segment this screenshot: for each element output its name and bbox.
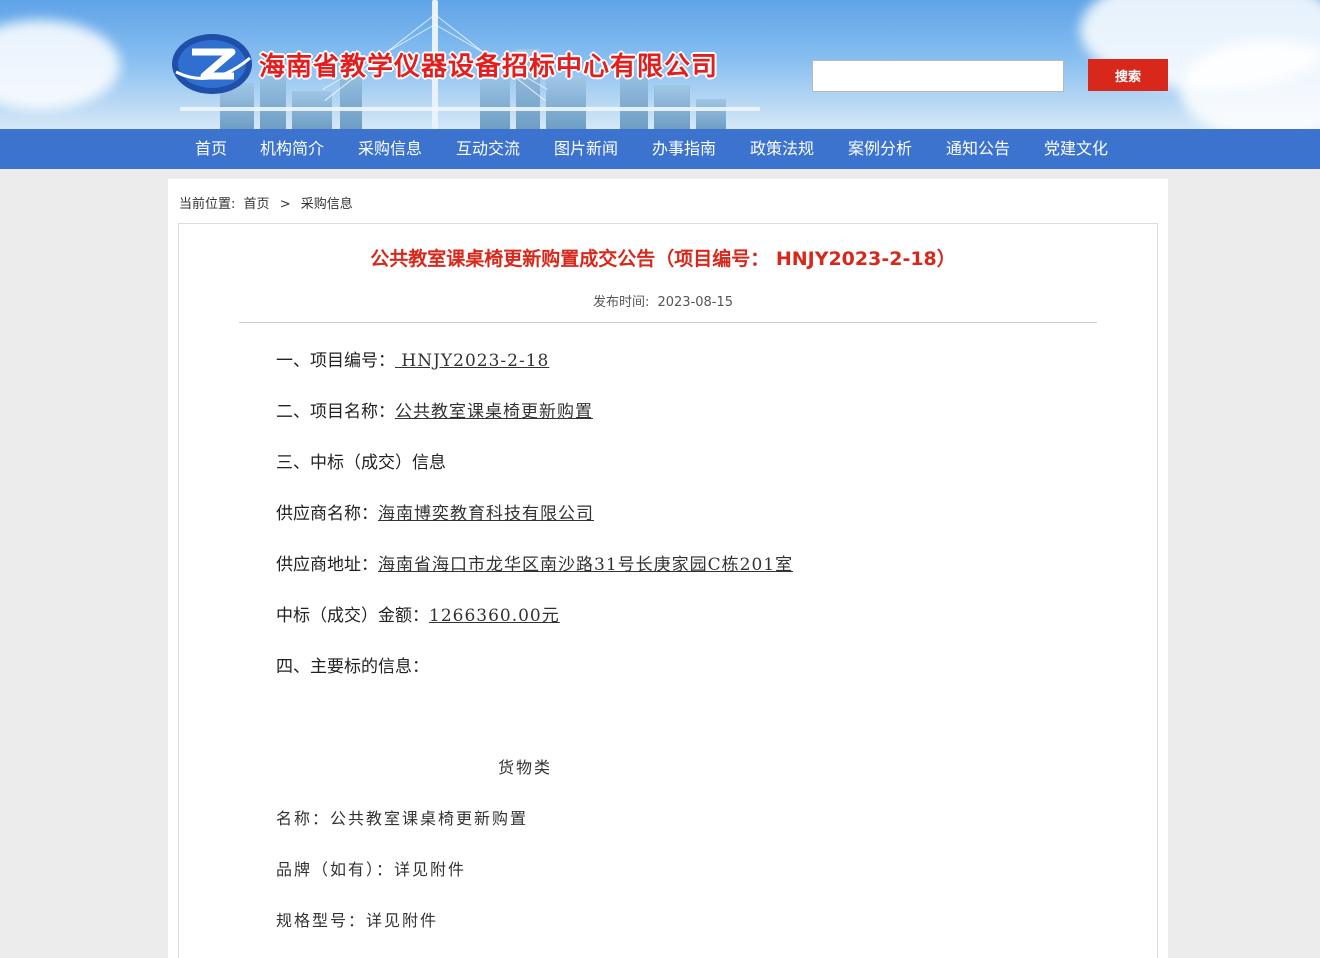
award-amount-value: 1266360.00元 [429,606,560,626]
breadcrumb: 当前位置: 首页 > 采购信息 [179,193,353,212]
project-name-line: 二、项目名称：公共教室课桌椅更新购置 [276,397,593,422]
project-number-value: HNJY2023-2-18 [395,351,550,371]
supplier-address-value: 海南省海口市龙华区南沙路31号长庚家园C栋201室 [378,555,794,575]
goods-brand: 品牌（如有）：详见附件 [276,860,467,879]
main-nav: 首页 机构简介 采购信息 互动交流 图片新闻 办事指南 政策法规 案例分析 通知… [0,129,1320,169]
site-header: 海南省教学仪器设备招标中心有限公司 搜索 [0,0,1320,129]
publish-label: 发布时间: [592,295,650,310]
publish-date-value: 2023-08-15 [657,295,734,310]
project-name-value: 公共教室课桌椅更新购置 [395,402,593,422]
site-name: 海南省教学仪器设备招标中心有限公司 [259,52,719,82]
goods-name: 名称：公共教室课桌椅更新购置 [276,809,529,828]
title-divider [239,322,1097,323]
search-input[interactable] [812,60,1064,92]
project-number-line: 一、项目编号： HNJY2023-2-18 [276,346,549,371]
nav-item-party[interactable]: 党建文化 [1044,129,1108,169]
nav-item-interaction[interactable]: 互动交流 [456,129,520,169]
article: 公共教室课桌椅更新购置成交公告（项目编号： HNJY2023-2-18） 发布时… [178,223,1158,958]
nav-item-guide[interactable]: 办事指南 [652,129,716,169]
nav-item-policy[interactable]: 政策法规 [750,129,814,169]
supplier-address-label: 供应商地址： [276,555,378,575]
supplier-name-label: 供应商名称： [276,504,378,524]
breadcrumb-current[interactable]: 采购信息 [301,197,353,212]
cloud-decoration [0,20,120,110]
search-button[interactable]: 搜索 [1088,59,1168,91]
breadcrumb-prefix: 当前位置: [179,197,236,212]
goods-heading: 货物类 [498,758,553,777]
supplier-address-line: 供应商地址：海南省海口市龙华区南沙路31号长庚家园C栋201室 [276,550,793,575]
company-logo-icon [172,34,252,94]
nav-item-about[interactable]: 机构简介 [260,129,324,169]
nav-item-notices[interactable]: 通知公告 [946,129,1010,169]
project-number-label: 一、项目编号： [276,351,395,371]
nav-item-photo-news[interactable]: 图片新闻 [554,129,618,169]
nav-item-home[interactable]: 首页 [195,129,227,169]
content-panel: 当前位置: 首页 > 采购信息 公共教室课桌椅更新购置成交公告（项目编号： HN… [168,179,1168,958]
breadcrumb-separator: > [279,197,291,212]
section-award-info: 三、中标（成交）信息 [276,453,446,473]
award-amount-label: 中标（成交）金额： [276,606,429,626]
nav-item-procurement[interactable]: 采购信息 [358,129,422,169]
breadcrumb-home-link[interactable]: 首页 [244,197,270,212]
article-title: 公共教室课桌椅更新购置成交公告（项目编号： HNJY2023-2-18） [370,248,956,270]
publish-date: 发布时间: 2023-08-15 [179,291,1147,310]
award-amount-line: 中标（成交）金额：1266360.00元 [276,601,560,626]
nav-item-cases[interactable]: 案例分析 [848,129,912,169]
supplier-name-line: 供应商名称：海南博奕教育科技有限公司 [276,499,594,524]
supplier-name-value: 海南博奕教育科技有限公司 [378,504,594,524]
goods-spec: 规格型号：详见附件 [276,911,439,930]
section-main-items: 四、主要标的信息： [276,657,429,677]
project-name-label: 二、项目名称： [276,402,395,422]
